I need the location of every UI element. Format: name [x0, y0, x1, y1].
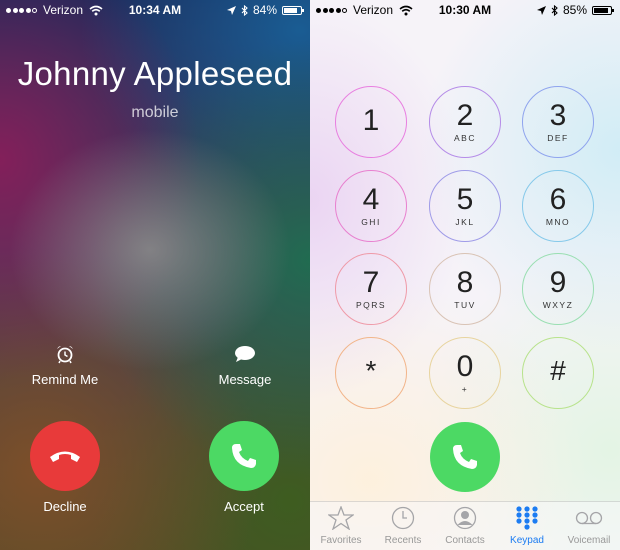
key-letters: WXYZ — [542, 300, 574, 310]
key-digit: 7 — [362, 266, 380, 299]
tab-label: Keypad — [510, 535, 544, 546]
key-digit: 4 — [362, 183, 380, 216]
status-bar: Verizon 10:34 AM 84% — [0, 0, 310, 20]
key-digit: 6 — [549, 183, 567, 216]
bluetooth-icon — [551, 4, 558, 16]
caller-name: Johnny Appleseed — [17, 55, 293, 92]
caller-number-type: mobile — [131, 104, 179, 121]
battery-percent: 85% — [562, 3, 587, 17]
decline-label: Decline — [43, 499, 87, 514]
tab-label: Favorites — [320, 535, 362, 546]
key-digit: 1 — [362, 104, 380, 137]
voicemail-icon — [558, 506, 620, 533]
key-letters: TUV — [454, 300, 476, 310]
status-bar: Verizon 10:30 AM 85% — [310, 0, 620, 20]
key-digit: 9 — [549, 266, 567, 299]
tab-label: Voicemail — [567, 535, 611, 546]
remind-me-label: Remind Me — [31, 372, 99, 387]
keypad-key-9[interactable]: 9 WXYZ — [522, 253, 594, 325]
tab-favorites[interactable]: Favorites — [310, 505, 372, 546]
decline-button[interactable] — [30, 421, 100, 491]
clock-icon — [372, 506, 434, 533]
phone-icon — [232, 444, 256, 468]
battery-percent: 84% — [252, 3, 277, 17]
keypad-icon — [496, 506, 558, 533]
message-button[interactable]: Message — [185, 344, 305, 387]
location-arrow-icon — [226, 5, 236, 15]
key-digit: 0 — [456, 350, 474, 383]
keypad-key-4[interactable]: 4 GHI — [335, 170, 407, 242]
star-icon — [310, 505, 372, 533]
keypad-key-2[interactable]: 2 ABC — [429, 86, 501, 158]
message-bubble-icon — [235, 346, 255, 362]
key-digit: 3 — [549, 99, 567, 132]
keypad-key-star[interactable]: * — [335, 337, 407, 409]
keypad-key-0[interactable]: 0 + — [429, 337, 501, 409]
accept-label: Accept — [224, 499, 264, 514]
key-digit: 5 — [456, 183, 474, 216]
keypad-key-7[interactable]: 7 PQRS — [335, 253, 407, 325]
location-arrow-icon — [536, 5, 546, 15]
status-right: 85% — [536, 3, 614, 17]
call-button[interactable] — [430, 422, 500, 492]
incoming-call-screen: Verizon 10:34 AM 84% Johnny Appleseed mo… — [0, 0, 310, 550]
key-letters: PQRS — [355, 300, 387, 310]
tab-label: Contacts — [445, 535, 485, 546]
keypad-key-8[interactable]: 8 TUV — [429, 253, 501, 325]
key-digit: 8 — [456, 266, 474, 299]
bluetooth-icon — [241, 4, 248, 16]
contacts-icon — [434, 506, 496, 533]
keypad-key-5[interactable]: 5 JKL — [429, 170, 501, 242]
phone-icon — [453, 445, 477, 469]
key-letters: JKL — [455, 217, 475, 227]
remind-me-button[interactable]: Remind Me — [5, 344, 125, 387]
key-letters: MNO — [545, 217, 571, 227]
tab-voicemail[interactable]: Voicemail — [558, 506, 620, 546]
keypad-screen: Verizon 10:30 AM 85% 1 2 ABC 3 DEF 4 GHI 5 JKL 6 M… — [310, 0, 620, 550]
key-digit: # — [550, 355, 566, 386]
accept-button[interactable] — [209, 421, 279, 491]
key-letters: + — [461, 384, 469, 394]
key-digit: 2 — [456, 99, 474, 132]
tab-keypad[interactable]: Keypad — [496, 506, 558, 546]
keypad-key-pound[interactable]: # — [522, 337, 594, 409]
hang-up-icon — [50, 451, 80, 462]
keypad-key-3[interactable]: 3 DEF — [522, 86, 594, 158]
key-letters: ABC — [454, 133, 476, 143]
alarm-clock-icon — [57, 346, 73, 364]
message-label: Message — [218, 372, 272, 387]
tab-recents[interactable]: Recents — [372, 506, 434, 546]
battery-icon — [592, 5, 614, 15]
tab-label: Recents — [384, 535, 422, 546]
key-digit: * — [365, 355, 377, 386]
key-letters: DEF — [547, 133, 569, 143]
tab-bar: Favorites Recents Contacts Keypad Voicemail — [310, 501, 620, 550]
battery-icon — [282, 5, 304, 15]
keypad-key-1[interactable]: 1 — [335, 86, 407, 158]
tab-contacts[interactable]: Contacts — [434, 506, 496, 546]
keypad-key-6[interactable]: 6 MNO — [522, 170, 594, 242]
status-right: 84% — [226, 3, 304, 17]
key-letters: GHI — [361, 217, 381, 227]
